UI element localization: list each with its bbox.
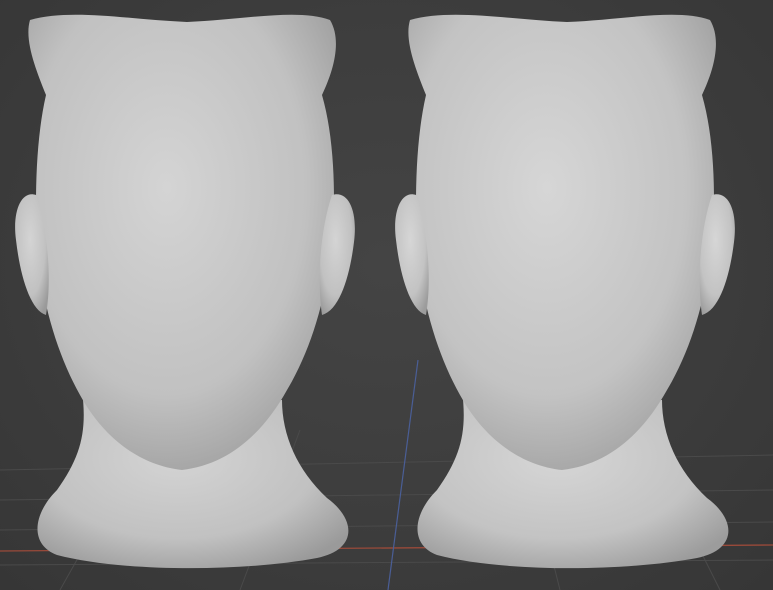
3d-viewport[interactable] bbox=[0, 0, 773, 590]
viewport-scene[interactable] bbox=[0, 0, 773, 590]
head-model-left[interactable] bbox=[0, 0, 380, 590]
z-axis-line bbox=[387, 359, 419, 590]
head-model-right[interactable] bbox=[380, 0, 773, 590]
